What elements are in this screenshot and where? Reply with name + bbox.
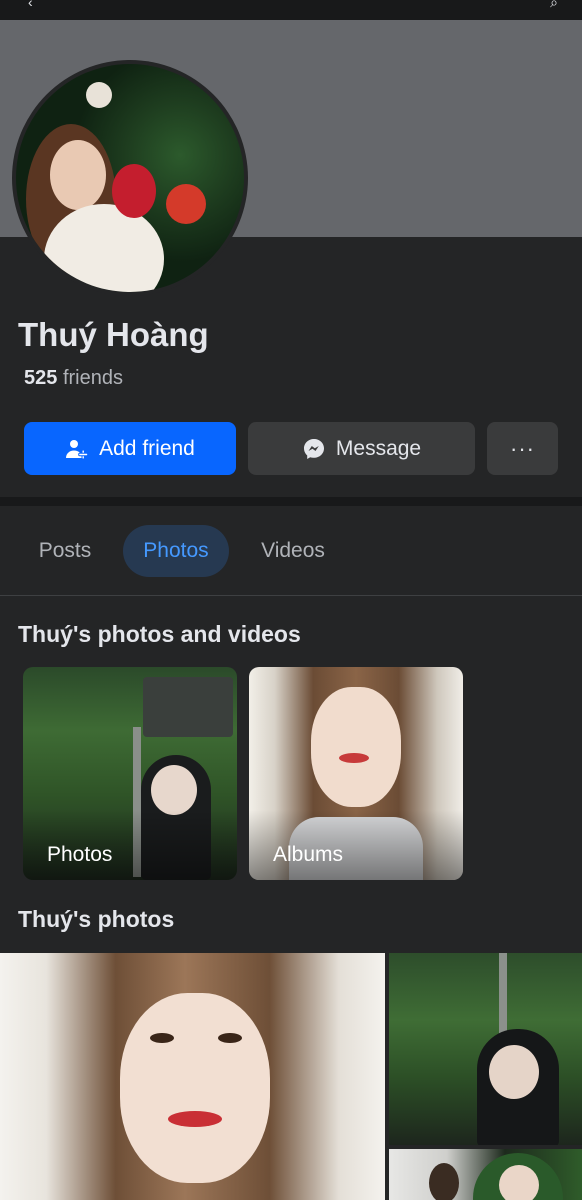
photo-thumbnail[interactable] xyxy=(389,1149,582,1200)
messenger-icon xyxy=(302,437,326,461)
tab-photos[interactable]: Photos xyxy=(123,525,229,577)
photos-title: Thuý's photos xyxy=(18,906,175,932)
albums-card[interactable]: Albums xyxy=(249,667,463,880)
back-icon[interactable]: ‹ xyxy=(28,0,33,10)
tab-videos[interactable]: Videos xyxy=(247,525,339,577)
photos-card[interactable]: Photos xyxy=(23,667,237,880)
profile-avatar[interactable] xyxy=(12,60,248,296)
section-divider xyxy=(0,497,582,506)
add-friend-label: Add friend xyxy=(99,436,195,460)
photo-thumbnail[interactable] xyxy=(0,953,385,1200)
message-label: Message xyxy=(335,436,422,460)
tab-posts[interactable]: Posts xyxy=(24,525,106,577)
tabs-divider xyxy=(0,595,582,596)
message-button[interactable]: Message xyxy=(248,422,475,475)
more-button[interactable]: ··· xyxy=(487,422,558,475)
profile-name: Thuý Hoàng xyxy=(18,316,209,353)
more-icon: ··· xyxy=(510,435,535,461)
profile-picture xyxy=(16,64,244,292)
friends-label: friends xyxy=(62,367,123,389)
add-friend-button[interactable]: Add friend xyxy=(24,422,236,475)
photo-thumbnail[interactable] xyxy=(389,953,582,1145)
search-icon[interactable]: ⌕ xyxy=(550,0,558,11)
photos-and-videos-title: Thuý's photos and videos xyxy=(18,621,301,647)
friends-number: 525 xyxy=(24,367,58,389)
friends-count[interactable]: 525 friends xyxy=(24,367,123,390)
top-bar: ‹ ⌕ xyxy=(0,0,582,20)
photos-card-label: Photos xyxy=(47,843,113,866)
add-friend-icon xyxy=(65,437,89,461)
albums-card-label: Albums xyxy=(273,843,344,866)
